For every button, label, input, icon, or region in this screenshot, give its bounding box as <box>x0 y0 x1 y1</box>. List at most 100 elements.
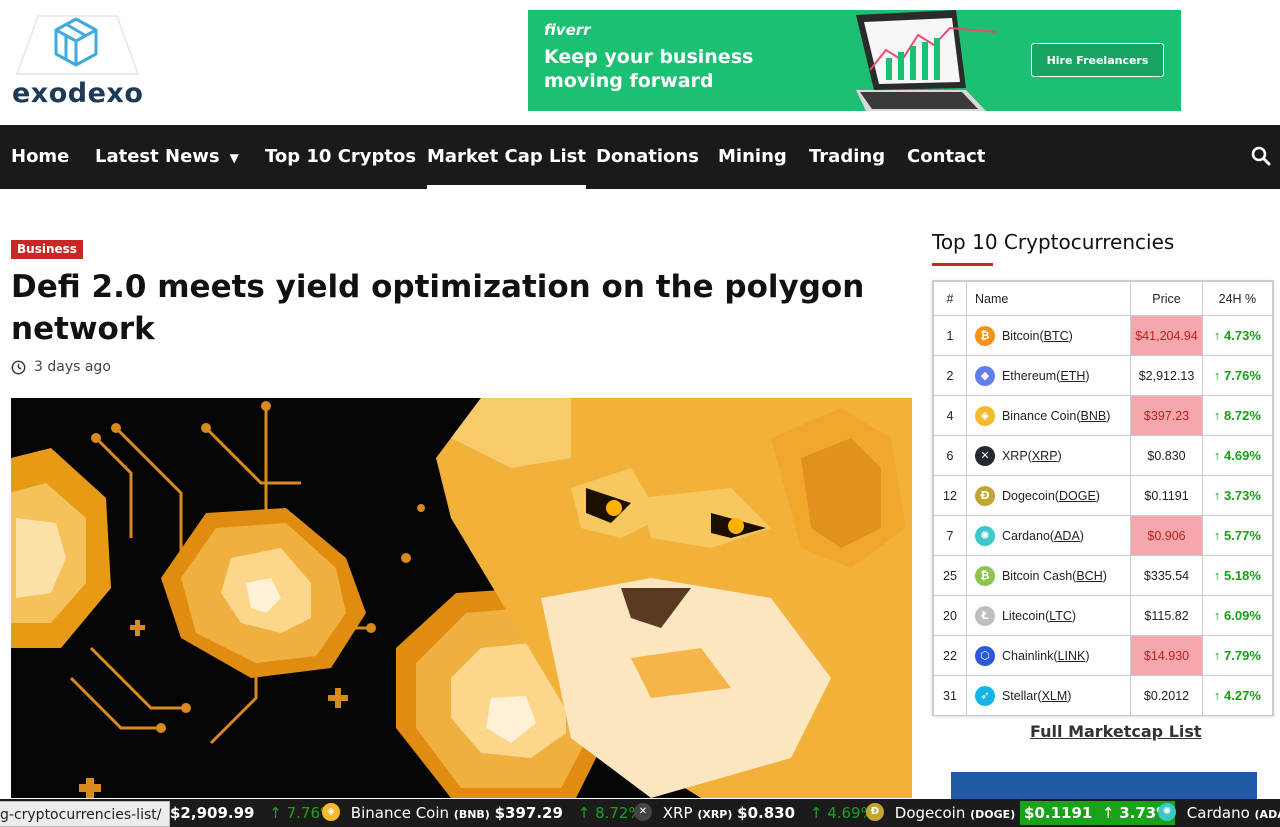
table-row[interactable]: 6 ✕ XRP(XRP) $0.830 ↑ 4.69% <box>933 435 1274 476</box>
table-row[interactable]: 7 ✺ Cardano(ADA) $0.906 ↑ 5.77% <box>933 515 1274 556</box>
row-name[interactable]: ✕ XRP(XRP) <box>965 435 1132 476</box>
nav-item-label: Top 10 Cryptos <box>265 146 417 167</box>
ticker-coin-name: Binance Coin <box>350 804 450 822</box>
coin-label: Bitcoin Cash(BCH) <box>1001 568 1107 583</box>
row-name[interactable]: ₿ Bitcoin(BTC) <box>965 315 1132 356</box>
table-row[interactable]: 1 ₿ Bitcoin(BTC) $41,204.94 ↑ 4.73% <box>933 315 1274 356</box>
coin-symbol[interactable]: BCH <box>1076 569 1102 583</box>
ticker-item-doge[interactable]: Ð Dogecoin (DOGE) $0.1191 ↑ 3.73% <box>866 799 1176 827</box>
header-name: Name <box>965 281 1132 316</box>
coin-icon: ✕ <box>974 445 995 466</box>
table-row[interactable]: 12 Ð Dogecoin(DOGE) $0.1191 ↑ 3.73% <box>933 475 1274 516</box>
nav-item-label: Contact <box>907 146 986 167</box>
coin-symbol[interactable]: DOGE <box>1059 489 1096 503</box>
ticker-change: ↑ 8.72% <box>577 804 643 822</box>
nav-item-donations[interactable]: Donations <box>596 125 699 189</box>
row-name[interactable]: ₿ Bitcoin Cash(BCH) <box>965 555 1132 596</box>
nav-item-trading[interactable]: Trading <box>809 125 885 189</box>
row-name[interactable]: ⬡ Chainlink(LINK) <box>965 635 1132 676</box>
ticker-price: $0.830 <box>737 804 796 822</box>
row-rank: 12 <box>933 475 967 516</box>
row-price: $335.54 <box>1130 555 1203 596</box>
ticker-item-bnb[interactable]: ◈ Binance Coin (BNB) $397.29 ↑ 8.72% <box>322 799 643 827</box>
row-rank: 6 <box>933 435 967 476</box>
ticker-item-eth[interactable]: $2,909.99 ↑ 7.76% <box>170 799 334 827</box>
coin-label: Ethereum(ETH) <box>1001 368 1090 383</box>
coin-symbol[interactable]: ADA <box>1054 529 1080 543</box>
row-change: ↑ 8.72% <box>1201 395 1274 436</box>
article-hero-image[interactable] <box>11 398 912 798</box>
row-change-value: 5.18% <box>1224 568 1261 583</box>
sidebar-title: Top 10 Cryptocurrencies <box>932 230 1175 254</box>
coin-label: Dogecoin(DOGE) <box>1001 488 1100 503</box>
row-rank: 1 <box>933 315 967 356</box>
ticker-item-ada[interactable]: ✺ Cardano (ADA <box>1158 799 1280 827</box>
crypto-table: # Name Price 24H % 1 ₿ Bitcoin(BTC) $41,204… <box>932 280 1274 716</box>
row-price: $0.1191 <box>1130 475 1203 516</box>
nav-item-home[interactable]: Home <box>11 125 69 189</box>
coin-symbol[interactable]: LTC <box>1049 609 1072 623</box>
nav-item-label: Market Cap List <box>427 146 586 167</box>
table-header-row: # Name Price 24H % <box>933 281 1274 316</box>
row-change-value: 5.77% <box>1224 528 1261 543</box>
coin-icon: ◆ <box>974 365 995 386</box>
coin-icon: Ł <box>974 605 995 626</box>
sidebar-widget-box <box>951 772 1257 802</box>
row-name[interactable]: ◈ Binance Coin(BNB) <box>965 395 1132 436</box>
coin-icon: ➶ <box>974 685 995 706</box>
ad-brand: fiverr <box>544 21 591 39</box>
table-row[interactable]: 22 ⬡ Chainlink(LINK) $14.930 ↑ 7.79% <box>933 635 1274 676</box>
site-logo[interactable]: exodexo <box>10 14 145 109</box>
coin-symbol[interactable]: ETH <box>1060 369 1085 383</box>
coin-icon: Ð <box>974 485 995 506</box>
coin-label: Binance Coin(BNB) <box>1001 408 1111 423</box>
coin-label: Bitcoin(BTC) <box>1001 328 1073 343</box>
coin-name: XRP <box>1001 448 1028 463</box>
row-change: ↑ 4.69% <box>1201 435 1274 476</box>
logo-cube-icon <box>15 15 140 75</box>
nav-item-top-10-cryptos[interactable]: Top 10 Cryptos <box>265 125 416 189</box>
hire-freelancers-button[interactable]: Hire Freelancers <box>1031 43 1164 77</box>
nav-item-contact[interactable]: Contact <box>907 125 985 189</box>
row-name[interactable]: Ł Litecoin(LTC) <box>965 595 1132 636</box>
coin-symbol[interactable]: XRP <box>1032 449 1058 463</box>
article-title[interactable]: Defi 2.0 meets yield optimization on the… <box>11 266 891 350</box>
row-rank: 4 <box>933 395 967 436</box>
nav-item-market-cap-list[interactable]: Market Cap List <box>427 125 586 189</box>
coin-symbol[interactable]: BNB <box>1081 409 1107 423</box>
row-name[interactable]: ➶ Stellar(XLM) <box>965 675 1132 716</box>
category-badge[interactable]: Business <box>11 240 83 259</box>
coin-name: Binance Coin <box>1001 408 1077 423</box>
table-row[interactable]: 2 ◆ Ethereum(ETH) $2,912.13 ↑ 7.76% <box>933 355 1274 396</box>
ticker-coin-name: Cardano <box>1186 804 1250 822</box>
sidebar-title-underline <box>932 263 993 266</box>
row-price: $0.906 <box>1130 515 1203 556</box>
coin-name: Chainlink <box>1001 648 1054 663</box>
row-name[interactable]: ◆ Ethereum(ETH) <box>965 355 1132 396</box>
table-row[interactable]: 20 Ł Litecoin(LTC) $115.82 ↑ 6.09% <box>933 595 1274 636</box>
coin-symbol[interactable]: LINK <box>1058 649 1086 663</box>
nav-item-mining[interactable]: Mining <box>718 125 787 189</box>
row-change: ↑ 5.18% <box>1201 555 1274 596</box>
row-name[interactable]: ✺ Cardano(ADA) <box>965 515 1132 556</box>
ad-banner[interactable]: fiverr Keep your business moving forward… <box>528 10 1181 111</box>
ticker-price: $2,909.99 <box>170 804 255 822</box>
coin-label: Litecoin(LTC) <box>1001 608 1077 623</box>
nav-item-latest-news[interactable]: Latest News ▼ <box>95 125 239 189</box>
search-icon[interactable] <box>1250 145 1272 167</box>
row-name[interactable]: Ð Dogecoin(DOGE) <box>965 475 1132 516</box>
row-change: ↑ 5.77% <box>1201 515 1274 556</box>
nav-item-label: Donations <box>596 146 699 167</box>
table-row[interactable]: 4 ◈ Binance Coin(BNB) $397.23 ↑ 8.72% <box>933 395 1274 436</box>
table-row[interactable]: 31 ➶ Stellar(XLM) $0.2012 ↑ 4.27% <box>933 675 1274 716</box>
table-row[interactable]: 25 ₿ Bitcoin Cash(BCH) $335.54 ↑ 5.18% <box>933 555 1274 596</box>
coin-symbol[interactable]: XLM <box>1042 689 1068 703</box>
ticker-item-xrp[interactable]: ✕ XRP (XRP) $0.830 ↑ 4.69% <box>634 799 875 827</box>
coin-symbol[interactable]: BTC <box>1044 329 1069 343</box>
header-price: Price <box>1130 281 1203 316</box>
row-price: $2,912.13 <box>1130 355 1203 396</box>
nav-item-label: Trading <box>809 146 886 167</box>
coin-icon: ⬡ <box>974 645 995 666</box>
full-marketcap-link[interactable]: Full Marketcap List <box>1030 722 1202 741</box>
row-price: $0.830 <box>1130 435 1203 476</box>
